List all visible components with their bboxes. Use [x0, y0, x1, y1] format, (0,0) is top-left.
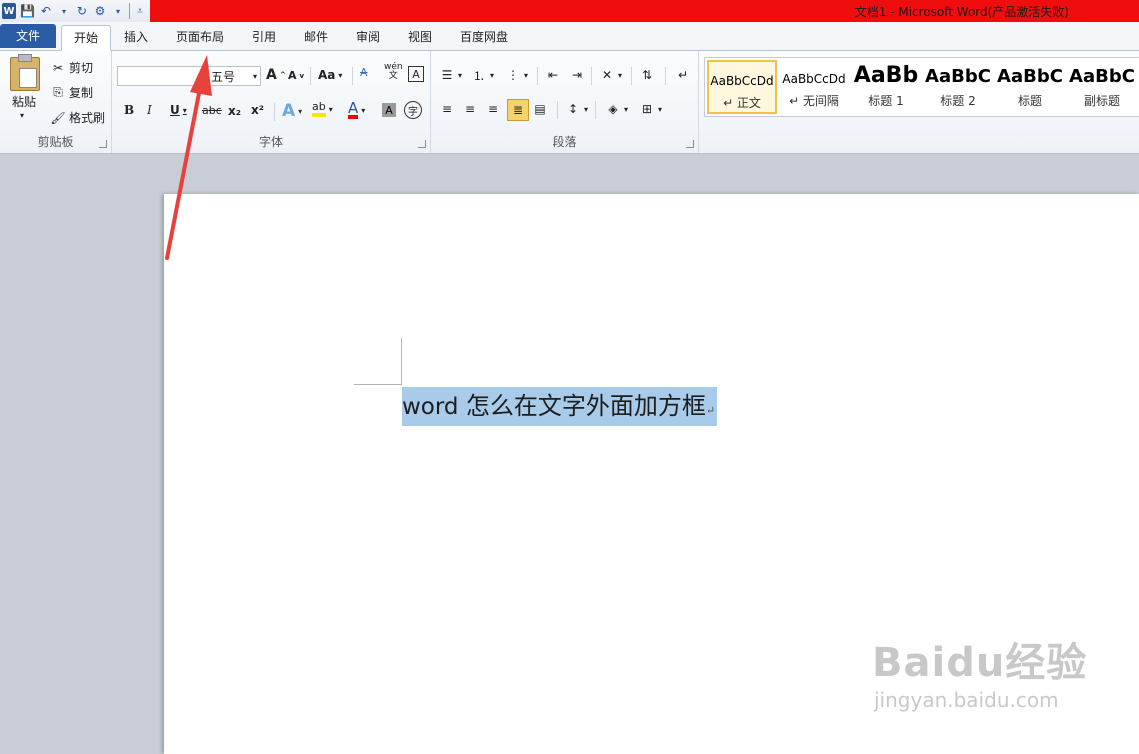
baidu-watermark: Baidu经验 jingyan.baidu.com: [872, 630, 1087, 712]
watermark-url: jingyan.baidu.com: [874, 688, 1059, 712]
watermark-logo: Baidu经验: [872, 640, 1088, 686]
